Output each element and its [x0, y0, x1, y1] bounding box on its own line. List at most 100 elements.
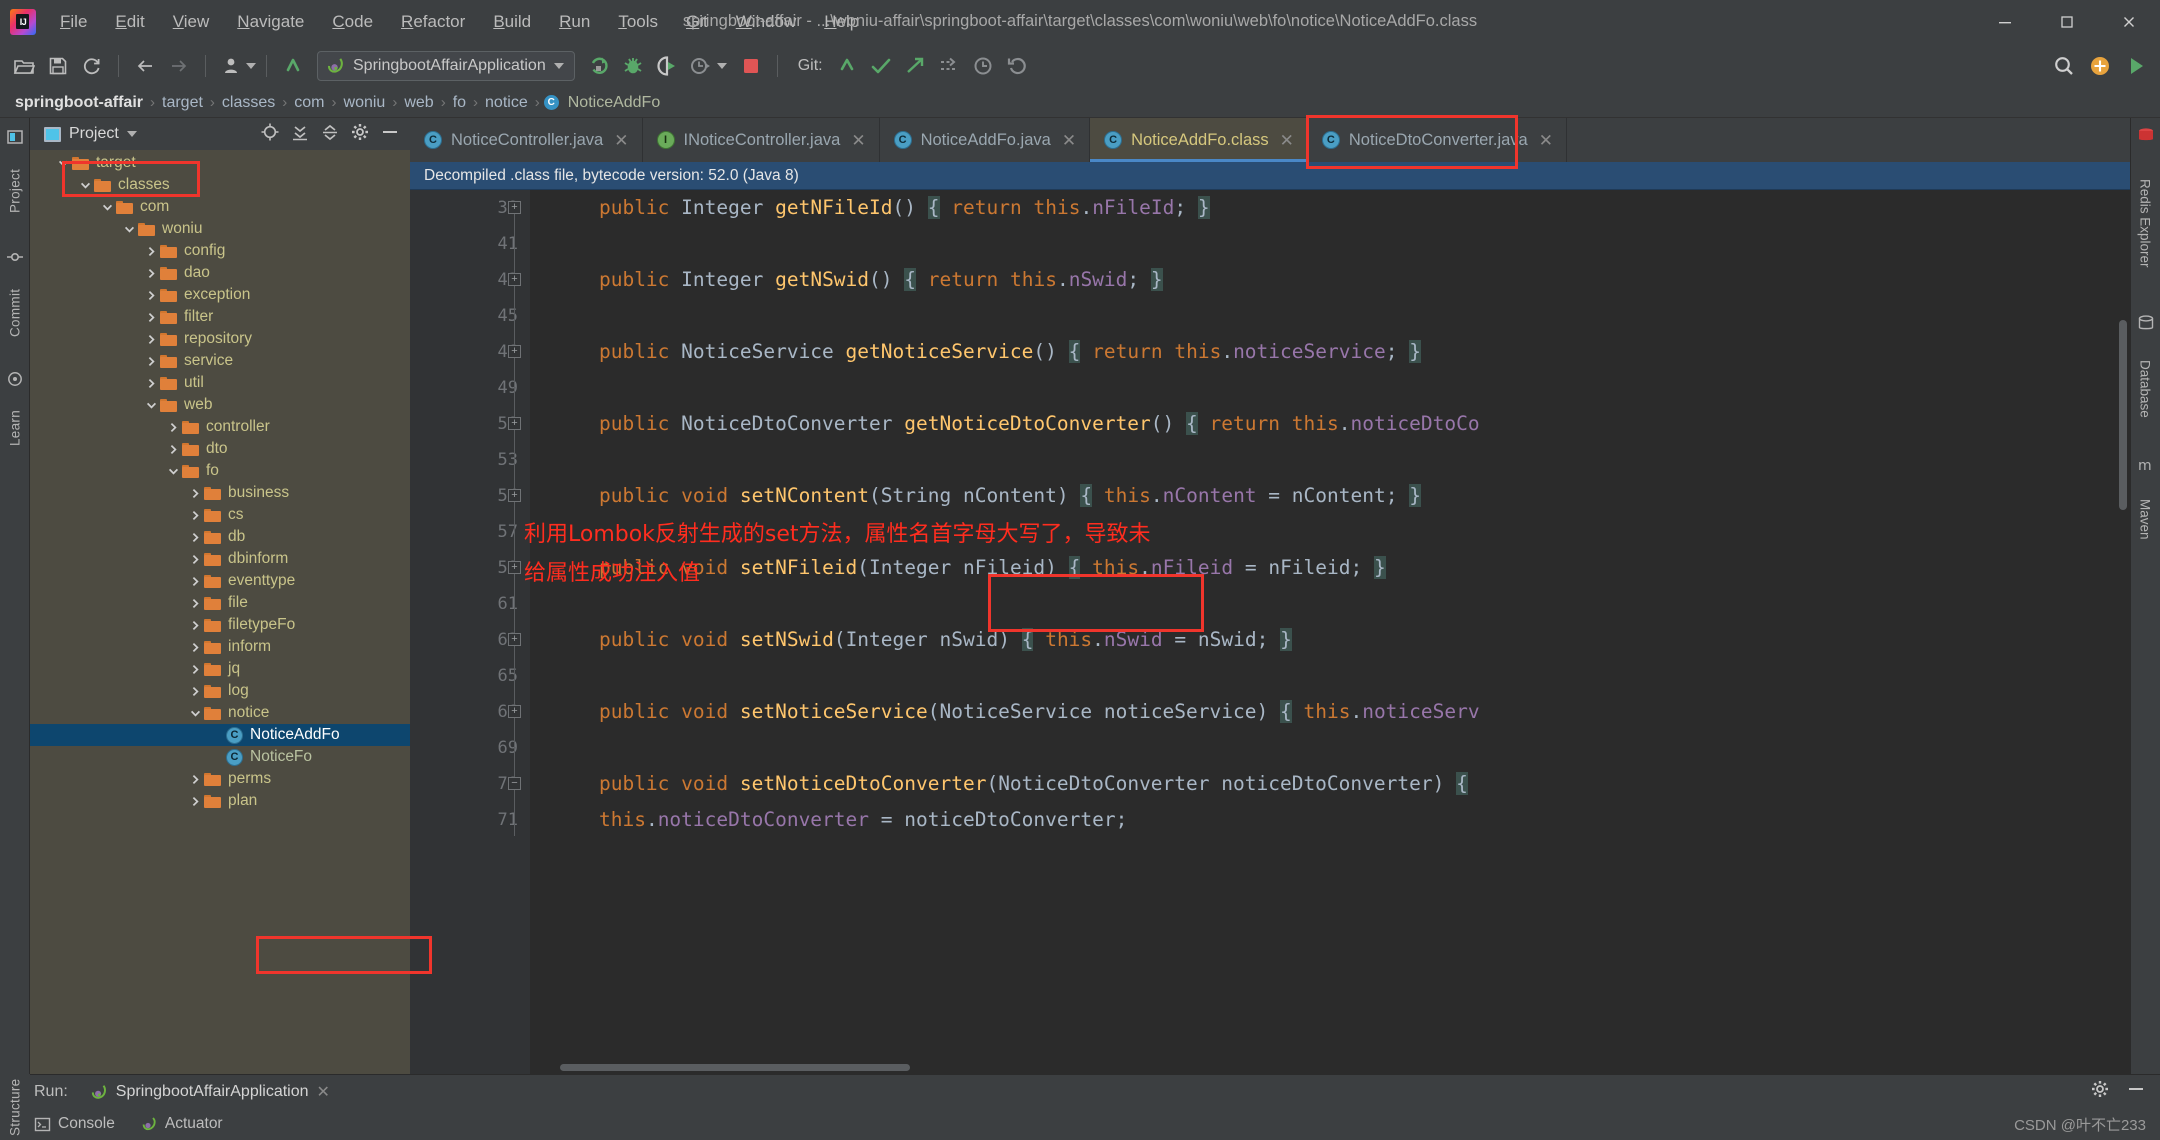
chevron-right-icon[interactable]: [188, 640, 202, 654]
tree-node-repository[interactable]: repository: [30, 328, 410, 350]
tree-node-dao[interactable]: dao: [30, 262, 410, 284]
code-line[interactable]: [530, 226, 2130, 262]
menu-code[interactable]: Code: [318, 8, 387, 36]
sidebar-item-project[interactable]: Project: [0, 148, 30, 234]
profiler-icon[interactable]: [685, 50, 717, 82]
breadcrumb-item-0[interactable]: springboot-affair: [12, 94, 146, 112]
chevron-down-icon[interactable]: [100, 200, 114, 214]
run-tab-springbootaffairapplication[interactable]: SpringbootAffairApplication ✕: [82, 1079, 338, 1105]
tree-node-controller[interactable]: controller: [30, 416, 410, 438]
git-commit-icon[interactable]: [865, 50, 897, 82]
tree-node-jq[interactable]: jq: [30, 658, 410, 680]
chevron-right-icon[interactable]: [144, 288, 158, 302]
breadcrumb-item-6[interactable]: fo: [450, 94, 469, 112]
fold-expand-icon[interactable]: +: [508, 345, 521, 358]
tree-node-noticefo[interactable]: C NoticeFo: [30, 746, 410, 768]
chevron-right-icon[interactable]: [188, 552, 202, 566]
tree-node-classes[interactable]: classes: [30, 174, 410, 196]
search-everywhere-icon[interactable]: [2048, 50, 2080, 82]
menu-file[interactable]: File: [46, 8, 101, 36]
plugins-icon[interactable]: [2084, 50, 2116, 82]
tree-node-file[interactable]: file: [30, 592, 410, 614]
profile-icon[interactable]: [216, 50, 248, 82]
breadcrumb-item-1[interactable]: target: [159, 94, 206, 112]
chevron-down-icon[interactable]: [166, 464, 180, 478]
breadcrumb-leaf[interactable]: NoticeAddFo: [565, 94, 664, 112]
tree-node-service[interactable]: service: [30, 350, 410, 372]
collapse-all-icon[interactable]: [320, 122, 340, 147]
gear-icon[interactable]: [2090, 1079, 2110, 1104]
chevron-right-icon[interactable]: [188, 508, 202, 522]
code-line[interactable]: public NoticeDtoConverter getNoticeDtoCo…: [530, 406, 2130, 442]
sidebar-item-database[interactable]: Database: [2130, 336, 2160, 442]
menu-navigate[interactable]: Navigate: [223, 8, 318, 36]
chevron-right-icon[interactable]: [188, 486, 202, 500]
save-all-icon[interactable]: [42, 50, 74, 82]
code-line[interactable]: [530, 586, 2130, 622]
tree-node-util[interactable]: util: [30, 372, 410, 394]
debug-icon[interactable]: [617, 50, 649, 82]
chevron-right-icon[interactable]: [188, 530, 202, 544]
tree-node-log[interactable]: log: [30, 680, 410, 702]
code-line[interactable]: [530, 442, 2130, 478]
menu-refactor[interactable]: Refactor: [387, 8, 479, 36]
minimize-panel-icon[interactable]: [2126, 1079, 2146, 1104]
sidebar-item-commit[interactable]: Commit: [0, 270, 30, 356]
code-line[interactable]: public void setNoticeDtoConverter(Notice…: [530, 766, 2130, 802]
project-panel-chevron-down-icon[interactable]: [126, 131, 137, 137]
code-line[interactable]: [530, 658, 2130, 694]
menu-build[interactable]: Build: [479, 8, 545, 36]
editor-tab-noticeaddfo-class[interactable]: C NoticeAddFo.class ✕: [1090, 118, 1308, 162]
fold-expand-icon[interactable]: +: [508, 489, 521, 502]
run-right-icon[interactable]: [2120, 50, 2152, 82]
expand-all-icon[interactable]: [290, 122, 310, 147]
editor-tab-noticecontroller-java[interactable]: C NoticeController.java ✕: [410, 118, 643, 162]
fold-expand-icon[interactable]: +: [508, 561, 521, 574]
editor-tab-inoticecontroller-java[interactable]: I INoticeController.java ✕: [643, 118, 880, 162]
menu-edit[interactable]: Edit: [101, 8, 158, 36]
close-button[interactable]: [2098, 0, 2160, 43]
chevron-right-icon[interactable]: [188, 684, 202, 698]
breadcrumb-item-5[interactable]: web: [401, 94, 436, 112]
forward-icon[interactable]: [163, 50, 195, 82]
profile-dropdown-icon[interactable]: [246, 62, 256, 69]
horizontal-scrollbar-thumb[interactable]: [560, 1064, 910, 1071]
tree-node-filter[interactable]: filter: [30, 306, 410, 328]
code-line[interactable]: public void setNSwid(Integer nSwid) { th…: [530, 622, 2130, 658]
run-configuration-selector[interactable]: SpringbootAffairApplication: [317, 50, 575, 81]
code-line[interactable]: public NoticeService getNoticeService() …: [530, 334, 2130, 370]
chevron-right-icon[interactable]: [188, 662, 202, 676]
menu-view[interactable]: View: [159, 8, 224, 36]
run-tab-close-icon[interactable]: ✕: [317, 1082, 330, 1102]
tree-node-config[interactable]: config: [30, 240, 410, 262]
chevron-right-icon[interactable]: [144, 354, 158, 368]
synchronize-icon[interactable]: [76, 50, 108, 82]
run-configuration-chevron-down-icon[interactable]: [553, 62, 564, 69]
sidebar-item-structure[interactable]: Structure: [0, 1076, 30, 1138]
close-icon[interactable]: ✕: [614, 132, 628, 149]
menu-tools[interactable]: Tools: [604, 8, 672, 36]
chevron-right-icon[interactable]: [144, 244, 158, 258]
tree-node-fo[interactable]: fo: [30, 460, 410, 482]
code-line[interactable]: public void setNoticeService(NoticeServi…: [530, 694, 2130, 730]
code-line[interactable]: public void setNContent(String nContent)…: [530, 478, 2130, 514]
profiler-chevron-down-icon[interactable]: [716, 62, 727, 69]
git-update-icon[interactable]: [831, 50, 863, 82]
chevron-right-icon[interactable]: [144, 310, 158, 324]
code-line[interactable]: this.noticeDtoConverter = noticeDtoConve…: [530, 802, 2130, 838]
code-line[interactable]: public Integer getNSwid() { return this.…: [530, 262, 2130, 298]
menu-help[interactable]: Help: [810, 8, 873, 36]
menu-window[interactable]: Window: [722, 8, 810, 36]
code-line[interactable]: public Integer getNFileId() { return thi…: [530, 190, 2130, 226]
hide-panel-icon[interactable]: [380, 122, 400, 147]
status-console[interactable]: Console: [34, 1115, 115, 1133]
status-actuator[interactable]: Actuator: [141, 1115, 223, 1133]
menu-git[interactable]: Git: [672, 8, 722, 36]
chevron-right-icon[interactable]: [188, 794, 202, 808]
tree-node-com[interactable]: com: [30, 196, 410, 218]
tree-node-business[interactable]: business: [30, 482, 410, 504]
tree-node-web[interactable]: web: [30, 394, 410, 416]
back-icon[interactable]: [129, 50, 161, 82]
chevron-right-icon[interactable]: [188, 772, 202, 786]
vertical-scrollbar-thumb[interactable]: [2119, 320, 2127, 510]
